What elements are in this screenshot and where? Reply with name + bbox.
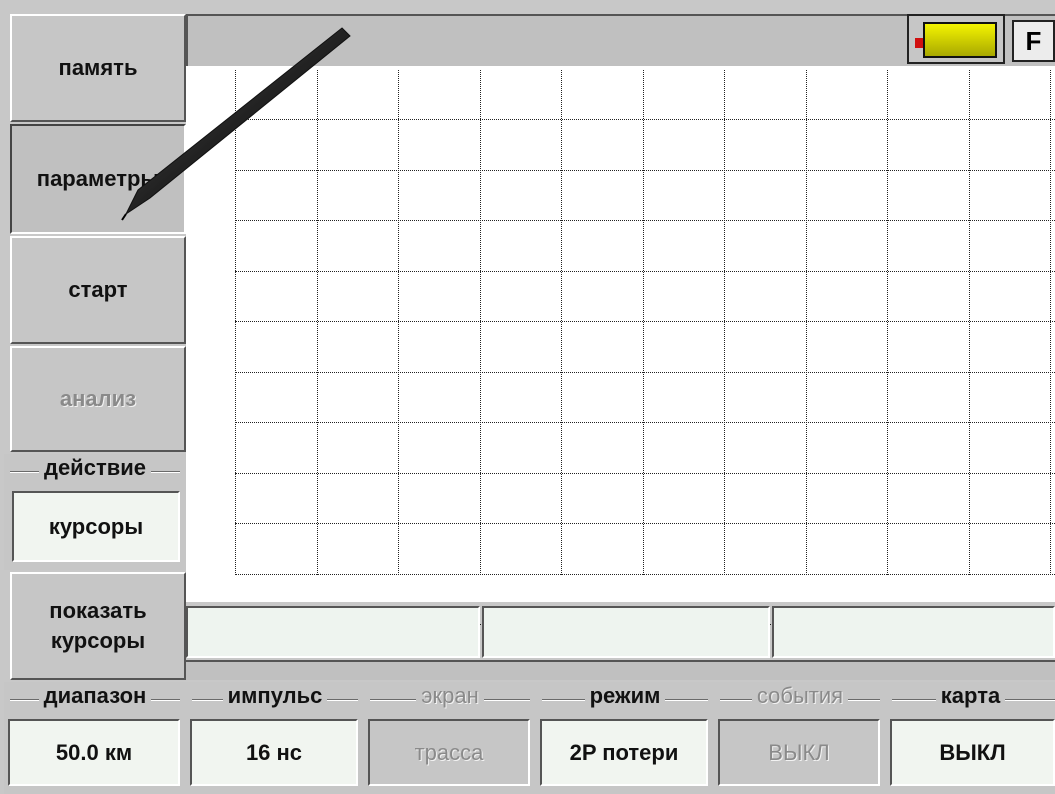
screen-group: экран трасса — [364, 682, 536, 794]
f-button-label: F — [1025, 25, 1042, 56]
range-label: диапазон — [38, 683, 152, 708]
stylus-pen-icon — [121, 27, 351, 221]
show-cursors-label-2: курсоры — [50, 628, 146, 653]
info-field-1 — [186, 606, 480, 658]
grid-vline — [1050, 70, 1051, 575]
show-cursors-label-1: показать — [49, 598, 147, 623]
screen-value[interactable]: трасса — [368, 719, 530, 786]
analysis-button[interactable]: анализ — [10, 346, 186, 452]
info-field-3 — [772, 606, 1055, 658]
grid-hline — [235, 371, 1055, 373]
mode-label: режим — [584, 683, 666, 708]
pulse-value[interactable]: 16 нс — [190, 719, 358, 786]
pulse-label: импульс — [222, 683, 328, 708]
grid-vline — [561, 70, 562, 575]
start-button[interactable]: старт — [10, 236, 186, 344]
grid-hline — [235, 523, 1055, 524]
grid-vline — [398, 70, 399, 575]
screen-label: экран — [416, 683, 484, 708]
range-value[interactable]: 50.0 км — [8, 719, 180, 786]
events-value[interactable]: ВЫКЛ — [718, 719, 880, 786]
scroll-strip — [186, 660, 1055, 680]
show-cursors-button[interactable]: показать курсоры — [10, 572, 186, 680]
analysis-label: анализ — [59, 386, 137, 411]
grid-vline — [805, 70, 807, 575]
action-label: действие — [38, 455, 152, 480]
events-label: события — [751, 683, 849, 708]
grid-hline — [235, 422, 1055, 423]
info-field-2 — [482, 606, 770, 658]
battery-icon — [907, 14, 1005, 64]
grid-vline — [479, 70, 481, 575]
mode-value[interactable]: 2P потери — [540, 719, 708, 786]
grid-hline — [235, 472, 1055, 474]
start-label: старт — [68, 277, 128, 302]
grid-hline — [235, 321, 1055, 322]
mode-group: режим 2P потери — [536, 682, 714, 794]
grid-vline — [724, 70, 725, 575]
map-group: карта ВЫКЛ — [886, 682, 1055, 794]
action-value[interactable]: курсоры — [12, 491, 180, 562]
grid-hline — [235, 270, 1055, 272]
range-group: диапазон 50.0 км — [4, 682, 186, 794]
action-group: действие курсоры — [4, 454, 186, 570]
grid-hline — [235, 573, 1055, 575]
map-value[interactable]: ВЫКЛ — [890, 719, 1055, 786]
battery-level — [923, 22, 997, 58]
f-button[interactable]: F — [1012, 20, 1055, 62]
grid-vline — [887, 70, 888, 575]
grid-vline — [968, 70, 970, 575]
events-group: события ВЫКЛ — [714, 682, 886, 794]
grid-vline — [642, 70, 644, 575]
pulse-group: импульс 16 нс — [186, 682, 364, 794]
map-label: карта — [935, 683, 1006, 708]
